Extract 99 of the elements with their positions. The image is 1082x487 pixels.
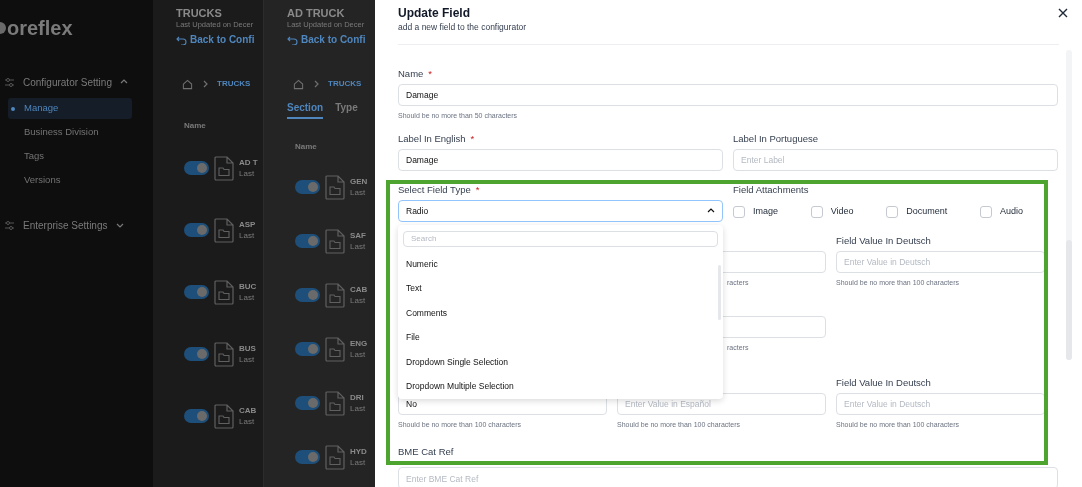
sidebar-item[interactable]: Manage [8, 98, 132, 119]
file-folder-icon [325, 282, 345, 308]
input-field[interactable]: Damage [398, 149, 723, 171]
row-meta: Last [239, 354, 256, 365]
row-name: CAB [239, 405, 257, 416]
breadcrumb-link[interactable]: TRUCKS [217, 78, 251, 90]
chevron-right-icon [312, 80, 320, 88]
field-label: Select Field Type * [398, 184, 481, 195]
toggle-switch[interactable] [184, 409, 209, 423]
file-folder-icon [325, 444, 345, 470]
row-name: HYD [350, 446, 367, 457]
checkbox-label: Audio [999, 205, 1023, 218]
checkbox-label: Document [906, 205, 948, 218]
file-folder-icon [214, 279, 234, 305]
toggle-switch[interactable] [184, 223, 209, 237]
sidebar-group[interactable]: Configurator Setting [0, 74, 153, 90]
logo-mark-icon [0, 22, 6, 34]
checkbox[interactable] [979, 205, 992, 218]
file-folder-icon [325, 336, 345, 362]
field-label: Field Value In Deutsch [836, 235, 932, 246]
row-meta: Last [239, 230, 256, 241]
checkbox[interactable] [810, 205, 823, 218]
tab[interactable]: Type [335, 102, 358, 119]
field-label: Label In English * [398, 133, 476, 144]
select-field[interactable]: Radio [398, 200, 723, 222]
back-link[interactable]: Back to Confi [287, 34, 375, 46]
field-label: Field Value In Deutsch [836, 377, 932, 388]
home-icon[interactable] [293, 78, 304, 90]
toggle-switch[interactable] [295, 180, 320, 194]
dialog-subtitle: add a new field to the configurator [398, 21, 528, 33]
row-name: AD T [239, 157, 258, 168]
file-folder-icon [214, 155, 234, 181]
breadcrumb-link[interactable]: TRUCKS [328, 78, 362, 90]
row-meta: Last [350, 349, 367, 360]
return-arrow-icon [176, 35, 187, 45]
toggle-switch[interactable] [184, 347, 209, 361]
toggle-switch[interactable] [184, 285, 209, 299]
row-meta: Last [350, 295, 367, 306]
column-header: Name [183, 120, 207, 132]
row-name: BUS [239, 343, 256, 354]
page-title: TRUCKS [176, 6, 223, 20]
toggle-switch[interactable] [295, 396, 320, 410]
page-title: AD TRUCK [287, 6, 346, 20]
row-meta: Last [350, 241, 366, 252]
file-folder-icon [325, 390, 345, 416]
file-folder-icon [214, 341, 234, 367]
file-folder-icon [214, 217, 234, 243]
file-folder-icon [325, 228, 345, 254]
dropdown-option[interactable]: Comments [398, 301, 723, 326]
field-label: Name * [398, 68, 434, 79]
settings-sliders-icon [4, 76, 15, 88]
row-name: GEN [350, 176, 368, 187]
chevron-right-icon [201, 80, 209, 88]
sidebar-item[interactable]: Versions [8, 170, 132, 191]
column-header: Name [294, 141, 318, 153]
row-meta: Last [350, 403, 366, 414]
row-meta: Last [350, 457, 367, 468]
return-arrow-icon [287, 35, 298, 45]
logo-text: oreflex [7, 16, 73, 40]
input-field[interactable]: Damage [398, 84, 1058, 106]
chevron-up-icon [707, 207, 715, 215]
back-link[interactable]: Back to Confi [176, 34, 263, 46]
toggle-switch[interactable] [295, 234, 320, 248]
row-name: ASP [239, 219, 256, 230]
dropdown-option[interactable]: Numeric [398, 252, 723, 277]
row-meta: Last [239, 292, 256, 303]
toggle-switch[interactable] [295, 288, 320, 302]
sidebar-group[interactable]: Enterprise Settings [0, 217, 153, 233]
file-folder-icon [325, 174, 345, 200]
sidebar-item[interactable]: Business Division [8, 122, 132, 143]
sidebar-item[interactable]: Tags [8, 146, 132, 167]
settings-sliders-icon [4, 219, 15, 231]
row-name: ENG [350, 338, 368, 349]
row-meta: Last [239, 168, 256, 179]
row-name: SAF [350, 230, 366, 241]
dropdown-option[interactable]: Text [398, 276, 723, 301]
tab[interactable]: Section [287, 102, 324, 119]
checkbox[interactable] [886, 205, 899, 218]
checkbox-label: Video [830, 205, 854, 218]
row-name: CAB [350, 284, 368, 295]
row-name: DRI [350, 392, 365, 403]
field-label: Label In Portuguese [733, 133, 820, 144]
dialog-title: Update Field [398, 6, 471, 21]
toggle-switch[interactable] [295, 342, 320, 356]
scrollbar-thumb[interactable] [1066, 240, 1072, 360]
row-meta: Last [350, 187, 367, 198]
toggle-switch[interactable] [184, 161, 209, 175]
checkbox-label: Image [753, 205, 778, 218]
file-folder-icon [214, 403, 234, 429]
field-label: BME Cat Ref [398, 446, 454, 457]
row-name: BUC [239, 281, 257, 292]
checkbox[interactable] [733, 205, 745, 218]
dropdown-option[interactable]: File [398, 325, 723, 350]
home-icon[interactable] [182, 78, 193, 90]
close-icon[interactable] [1058, 8, 1068, 18]
toggle-switch[interactable] [295, 450, 320, 464]
field-label: Field Attachments [733, 184, 810, 195]
row-meta: Last [239, 416, 256, 427]
dropdown-option[interactable]: Dropdown Single Selection [398, 350, 723, 375]
